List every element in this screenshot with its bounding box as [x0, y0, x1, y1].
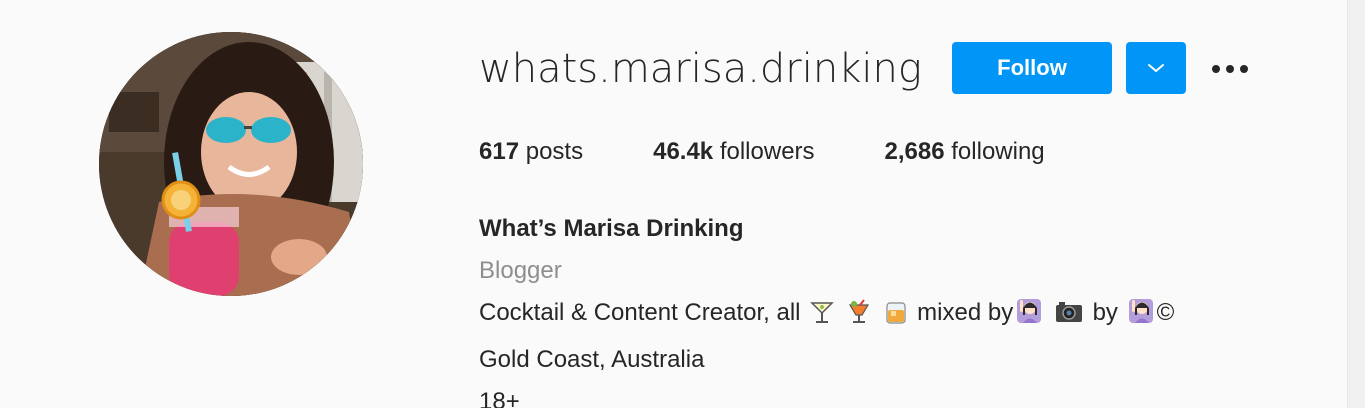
tropical-drink-emoji [846, 297, 872, 339]
bio-full-name: What’s Marisa Drinking [479, 215, 744, 242]
followers-stat[interactable]: 46.4k followers [653, 138, 814, 166]
posts-count: 617 [479, 138, 520, 165]
followers-label: followers [719, 138, 815, 165]
suggested-dropdown-button[interactable] [1126, 42, 1186, 94]
bio-line1-prefix: Cocktail & Content Creator, all [479, 299, 801, 326]
bio-line1-suffix: © [1156, 299, 1175, 326]
profile-bio: What’s Marisa Drinking Blogger Cocktail … [479, 208, 1174, 408]
woman-raising-hand-emoji [1127, 297, 1155, 339]
bio-age: 18+ [479, 388, 520, 408]
camera-emoji [1054, 297, 1084, 339]
posts-label: posts [525, 138, 584, 165]
bio-line1-by: by [1092, 299, 1118, 326]
profile-avatar[interactable] [99, 32, 363, 296]
profile-stats: 617 posts 46.4k followers 2,686 followin… [479, 138, 1115, 166]
profile-username: whats.marisa.drinking [479, 46, 922, 92]
cocktail-glass-emoji [809, 297, 835, 339]
following-count: 2,686 [884, 138, 945, 165]
profile-page: whats.marisa.drinking Follow 617 posts 4… [0, 0, 1365, 408]
followers-count: 46.4k [653, 138, 714, 165]
more-options-button[interactable] [1206, 52, 1254, 84]
bio-location: Gold Coast, Australia [479, 346, 705, 373]
woman-raising-hand-emoji [1015, 297, 1043, 339]
following-label: following [951, 138, 1045, 165]
bio-line1-mid: mixed by [917, 299, 1014, 326]
page-scrollbar[interactable] [1347, 0, 1365, 408]
follow-button[interactable]: Follow [952, 42, 1112, 94]
more-options-icon [1210, 59, 1250, 78]
bio-category: Blogger [479, 257, 562, 284]
following-stat[interactable]: 2,686 following [885, 138, 1045, 166]
tumbler-glass-emoji [883, 297, 909, 339]
posts-stat: 617 posts [479, 138, 583, 166]
bio-description-line: Cocktail & Content Creator, all mixed by… [479, 292, 1174, 339]
chevron-down-icon [1147, 61, 1165, 76]
